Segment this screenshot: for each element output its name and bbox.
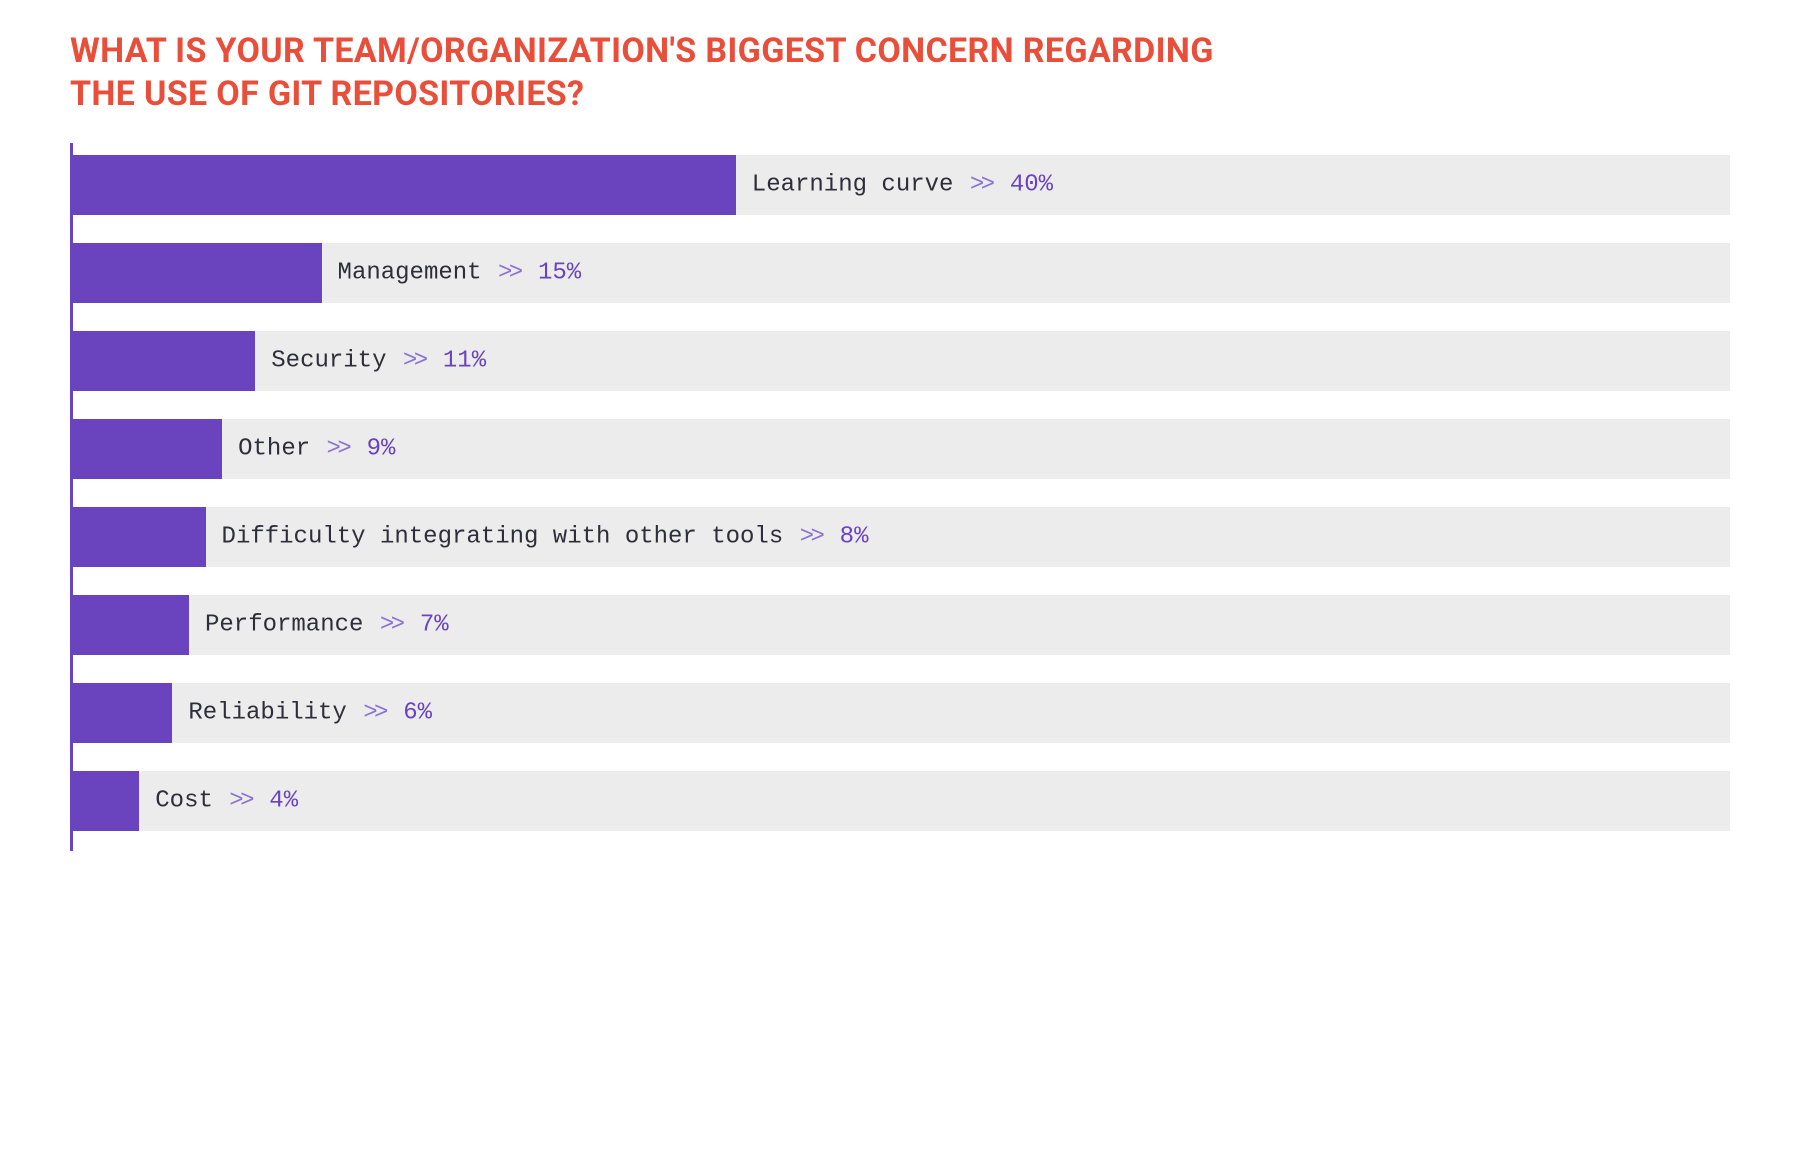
bar-category: Difficulty integrating with other tools <box>222 524 784 551</box>
bar-category: Other <box>238 436 310 463</box>
chevron-icon: >> <box>378 612 406 639</box>
chevron-icon: >> <box>496 260 524 287</box>
bar-value: 4% <box>269 788 298 815</box>
bar-label: Reliability >> 6% <box>188 700 432 727</box>
bar-label: Performance >> 7% <box>205 612 449 639</box>
bar-row: Difficulty integrating with other tools … <box>73 507 1730 567</box>
bar-row: Reliability >> 6% <box>73 683 1730 743</box>
chart-title: WHAT IS YOUR TEAM/ORGANIZATION'S BIGGEST… <box>70 30 1270 115</box>
bar-fill <box>73 595 189 655</box>
bar-label: Other >> 9% <box>238 436 395 463</box>
bar-value: 15% <box>538 260 581 287</box>
chevron-icon: >> <box>968 172 996 199</box>
bar-fill <box>73 331 255 391</box>
bar-label: Difficulty integrating with other tools … <box>222 524 869 551</box>
bar-value: 11% <box>443 348 486 375</box>
bar-value: 9% <box>367 436 396 463</box>
chevron-icon: >> <box>798 524 826 551</box>
bar-row: Cost >> 4% <box>73 771 1730 831</box>
bar-value: 6% <box>403 700 432 727</box>
bar-category: Cost <box>155 788 213 815</box>
bar-fill <box>73 771 139 831</box>
bar-fill <box>73 507 206 567</box>
chevron-icon: >> <box>361 700 389 727</box>
bar-value: 8% <box>840 524 869 551</box>
bar-fill <box>73 419 222 479</box>
bar-value: 40% <box>1010 172 1053 199</box>
bar-label: Cost >> 4% <box>155 788 298 815</box>
bar-value: 7% <box>420 612 449 639</box>
bar-label: Security >> 11% <box>271 348 486 375</box>
bar-row: Management >> 15% <box>73 243 1730 303</box>
bar-category: Security <box>271 348 386 375</box>
bar-row: Performance >> 7% <box>73 595 1730 655</box>
chevron-icon: >> <box>227 788 255 815</box>
bar-category: Performance <box>205 612 363 639</box>
bar-fill <box>73 155 736 215</box>
bar-row: Learning curve >> 40% <box>73 155 1730 215</box>
bar-fill <box>73 683 172 743</box>
bar-category: Reliability <box>188 700 346 727</box>
bar-category: Management <box>338 260 482 287</box>
chevron-icon: >> <box>325 436 353 463</box>
bar-label: Management >> 15% <box>338 260 582 287</box>
bar-chart: Learning curve >> 40% Management >> 15% Se… <box>70 143 1730 851</box>
bar-label: Learning curve >> 40% <box>752 172 1053 199</box>
chevron-icon: >> <box>401 348 429 375</box>
bar-category: Learning curve <box>752 172 954 199</box>
bar-row: Other >> 9% <box>73 419 1730 479</box>
bar-row: Security >> 11% <box>73 331 1730 391</box>
bar-fill <box>73 243 322 303</box>
